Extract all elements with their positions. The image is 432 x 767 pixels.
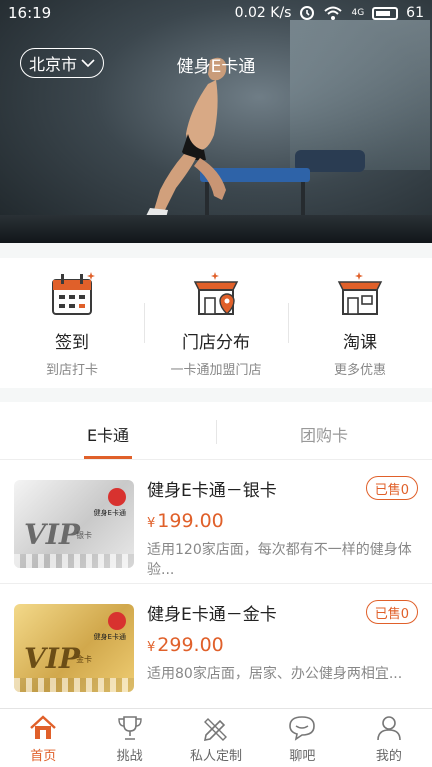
- card-logo: 健身E卡通: [94, 488, 126, 518]
- product-item-silver[interactable]: 健身E卡通 VIP 银卡 健身E卡通－银卡 ¥199.00 适用120家店面，每…: [0, 460, 432, 584]
- card-tier: 金卡: [76, 655, 92, 664]
- calendar-icon: [52, 272, 95, 315]
- nav-label: 聊吧: [289, 749, 316, 764]
- quick-action-title: 淘课: [343, 333, 377, 353]
- pencil-ruler-icon: [203, 718, 228, 741]
- nav-label: 我的: [375, 749, 402, 764]
- quick-action-checkin[interactable]: 签到 到店打卡: [0, 258, 144, 388]
- signal-label: 4G: [351, 8, 365, 18]
- bottom-navigation: 首页 挑战 私人定制 聊吧 我的: [0, 708, 432, 767]
- quick-action-subtitle: 更多优惠: [333, 363, 386, 378]
- nav-challenge[interactable]: 挑战: [86, 709, 172, 767]
- card-vip-text: VIP: [24, 642, 80, 675]
- product-description: 适用80家店面，居家、办公健身两相宜...: [147, 666, 403, 682]
- quick-action-courses[interactable]: 淘课 更多优惠: [288, 258, 432, 388]
- card-brand: 健身E卡通: [93, 633, 126, 641]
- status-bar: 16:19 0.02 K/s 4G 61: [0, 0, 432, 26]
- quick-action-title: 门店分布: [182, 333, 250, 353]
- store-icon: [337, 272, 383, 315]
- card-tier: 银卡: [76, 531, 92, 540]
- quick-actions: 签到 到店打卡 门店分布 一卡通加盟门店 淘课 更多优惠: [0, 258, 432, 388]
- product-item-gold[interactable]: 健身E卡通 VIP 金卡 健身E卡通－金卡 ¥299.00 适用80家店面，居家…: [0, 584, 432, 708]
- card-brand: 健身E卡通: [93, 509, 126, 517]
- currency-symbol: ¥: [147, 640, 156, 655]
- brand-logo-icon: [108, 612, 126, 630]
- page-title: 健身E卡通: [176, 57, 256, 77]
- alarm-icon: [300, 6, 315, 20]
- network-speed: 0.02 K/s: [234, 5, 292, 21]
- card-type-tabs: E卡通 团购卡: [0, 402, 432, 460]
- battery-icon: [372, 6, 399, 20]
- hero-window: [290, 20, 430, 170]
- user-icon: [377, 716, 401, 741]
- product-name: 健身E卡通－金卡: [147, 605, 277, 625]
- quick-action-stores[interactable]: 门店分布 一卡通加盟门店: [144, 258, 288, 388]
- tab-group-card[interactable]: 团购卡: [216, 402, 432, 459]
- product-description: 适用120家店面，每次都有不一样的健身体验...: [147, 542, 412, 578]
- product-name: 健身E卡通－银卡: [147, 481, 277, 501]
- hero-floor: [0, 215, 432, 243]
- quick-action-subtitle: 一卡通加盟门店: [170, 363, 262, 378]
- nav-home[interactable]: 首页: [0, 709, 86, 767]
- quick-action-subtitle: 到店打卡: [45, 363, 98, 378]
- gold-card-image: 健身E卡通 VIP 金卡: [14, 604, 134, 692]
- card-vip-text: VIP: [24, 518, 80, 551]
- nav-label: 私人定制: [190, 749, 243, 764]
- price-value: 199.00: [157, 510, 224, 532]
- sold-count-badge: 已售0: [365, 600, 418, 624]
- product-list: 健身E卡通 VIP 银卡 健身E卡通－银卡 ¥199.00 适用120家店面，每…: [0, 460, 432, 708]
- silver-card-image: 健身E卡通 VIP 银卡: [14, 480, 134, 568]
- brand-logo-icon: [108, 488, 126, 506]
- card-band: [14, 554, 134, 568]
- battery-level: 61: [406, 5, 424, 21]
- nav-custom[interactable]: 私人定制: [173, 709, 259, 767]
- chat-icon: [289, 716, 316, 741]
- product-price: ¥299.00: [147, 634, 224, 656]
- wifi-icon: [324, 6, 343, 20]
- tab-ecard[interactable]: E卡通: [0, 402, 216, 459]
- currency-symbol: ¥: [147, 516, 156, 531]
- nav-label: 首页: [30, 749, 57, 764]
- price-value: 299.00: [157, 634, 224, 656]
- card-logo: 健身E卡通: [94, 612, 126, 642]
- nav-label: 挑战: [116, 749, 143, 764]
- hero-banner[interactable]: 16:19 0.02 K/s 4G 61 北京市 健身E卡通: [0, 0, 432, 243]
- home-icon: [30, 715, 57, 739]
- nav-profile[interactable]: 我的: [346, 709, 432, 767]
- nav-chat[interactable]: 聊吧: [259, 709, 345, 767]
- trophy-icon: [117, 716, 142, 740]
- card-band: [14, 678, 134, 692]
- product-price: ¥199.00: [147, 510, 224, 532]
- sold-count-badge: 已售0: [365, 476, 418, 500]
- quick-action-title: 签到: [55, 333, 89, 353]
- status-time: 16:19: [8, 4, 52, 22]
- store-location-icon: [193, 272, 239, 315]
